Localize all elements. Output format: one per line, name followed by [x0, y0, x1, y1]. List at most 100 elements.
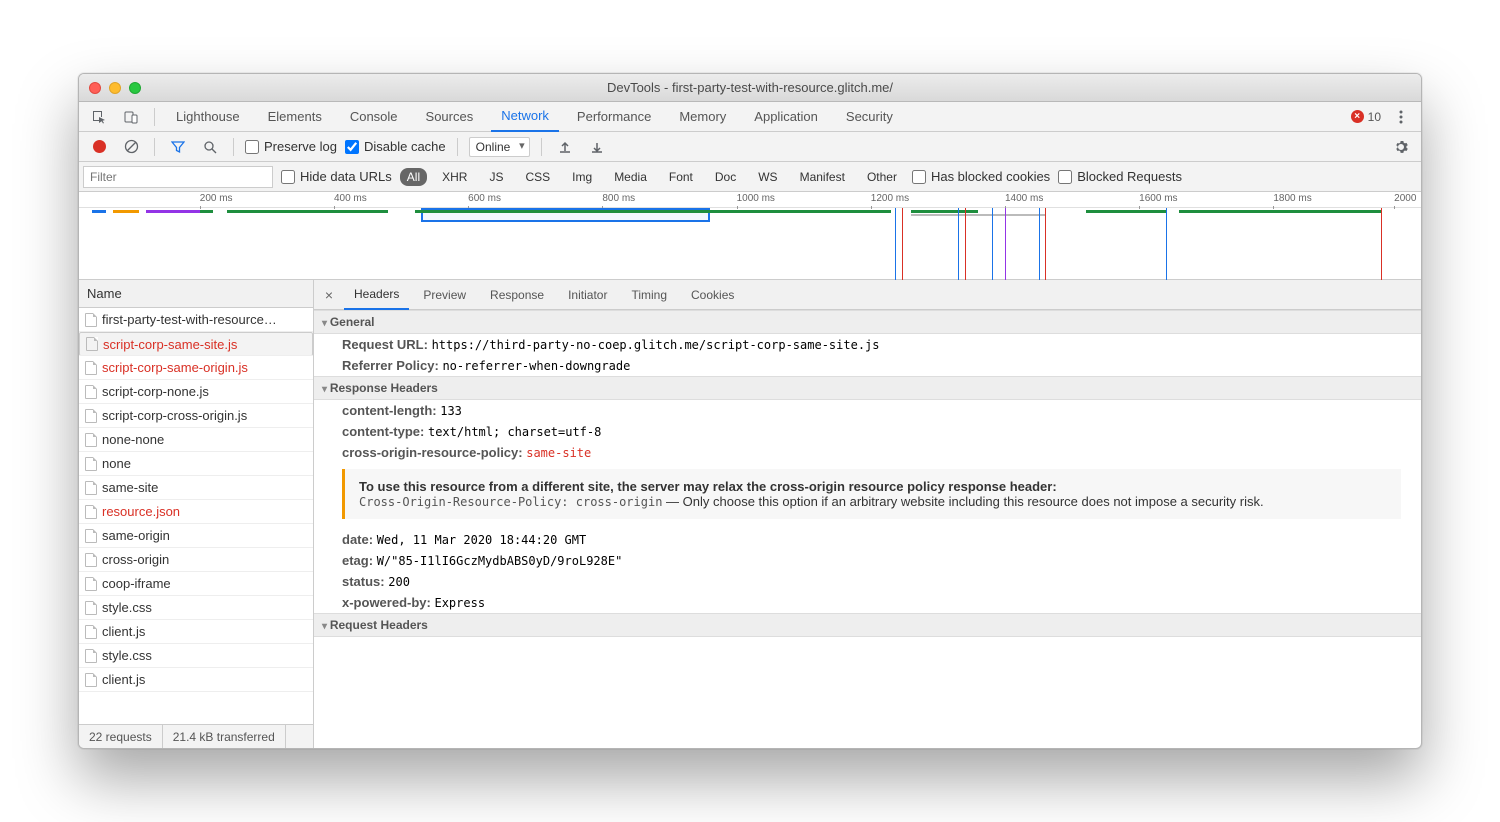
corp-explainer: To use this resource from a different si… [342, 469, 1401, 519]
type-manifest[interactable]: Manifest [793, 168, 852, 186]
section-response-headers[interactable]: Response Headers [314, 376, 1421, 400]
detail-tab-cookies[interactable]: Cookies [681, 280, 744, 310]
tab-console[interactable]: Console [340, 102, 408, 132]
row-etag: etag: W/"85-I1lI6GczMydbABS0yD/9roL928E" [314, 550, 1421, 571]
file-icon [85, 505, 97, 519]
tab-application[interactable]: Application [744, 102, 828, 132]
request-row[interactable]: resource.json [79, 500, 313, 524]
requests-count: 22 requests [79, 725, 163, 748]
close-detail-button[interactable]: × [318, 287, 340, 303]
device-toolbar-icon[interactable] [119, 105, 143, 129]
detail-body: General Request URL: https://third-party… [314, 310, 1421, 748]
status-bar: 22 requests 21.4 kB transferred [79, 724, 313, 748]
detail-tab-initiator[interactable]: Initiator [558, 280, 617, 310]
request-row[interactable]: client.js [79, 668, 313, 692]
type-img[interactable]: Img [565, 168, 599, 186]
request-row[interactable]: style.css [79, 596, 313, 620]
row-status: status: 200 [314, 571, 1421, 592]
disable-cache-checkbox[interactable]: Disable cache [345, 139, 446, 154]
record-button[interactable] [87, 135, 111, 159]
type-other[interactable]: Other [860, 168, 904, 186]
request-row[interactable]: script-corp-same-origin.js [79, 356, 313, 380]
section-request-headers[interactable]: Request Headers [314, 613, 1421, 637]
divider [457, 138, 458, 156]
detail-tab-headers[interactable]: Headers [344, 280, 409, 310]
request-row[interactable]: script-corp-none.js [79, 380, 313, 404]
type-all[interactable]: All [400, 168, 427, 186]
request-name: style.css [102, 648, 152, 663]
tab-memory[interactable]: Memory [669, 102, 736, 132]
tab-security[interactable]: Security [836, 102, 903, 132]
tab-elements[interactable]: Elements [258, 102, 332, 132]
tab-lighthouse[interactable]: Lighthouse [166, 102, 250, 132]
timeline-overview[interactable]: 200 ms 400 ms 600 ms 800 ms 1000 ms 1200… [79, 192, 1421, 280]
file-icon [85, 553, 97, 567]
type-font[interactable]: Font [662, 168, 700, 186]
request-row[interactable]: same-origin [79, 524, 313, 548]
detail-tab-timing[interactable]: Timing [621, 280, 677, 310]
divider [154, 108, 155, 126]
tab-performance[interactable]: Performance [567, 102, 661, 132]
request-name: resource.json [102, 504, 180, 519]
settings-icon[interactable] [1389, 135, 1413, 159]
file-icon [85, 529, 97, 543]
file-icon [85, 409, 97, 423]
row-request-url: Request URL: https://third-party-no-coep… [314, 334, 1421, 355]
request-name: coop-iframe [102, 576, 171, 591]
throttling-select[interactable]: Online [469, 137, 530, 157]
type-media[interactable]: Media [607, 168, 654, 186]
file-icon [85, 673, 97, 687]
filter-bar: Hide data URLs All XHR JS CSS Img Media … [79, 162, 1421, 192]
filter-icon[interactable] [166, 135, 190, 159]
inspect-icon[interactable] [87, 105, 111, 129]
file-icon [85, 361, 97, 375]
request-row[interactable]: first-party-test-with-resource… [79, 308, 313, 332]
request-row[interactable]: same-site [79, 476, 313, 500]
request-row[interactable]: script-corp-cross-origin.js [79, 404, 313, 428]
search-icon[interactable] [198, 135, 222, 159]
request-name: first-party-test-with-resource… [102, 312, 277, 327]
error-count[interactable]: × 10 [1351, 110, 1381, 124]
error-icon: × [1351, 110, 1364, 123]
hide-data-urls-checkbox[interactable]: Hide data URLs [281, 169, 392, 184]
row-corp: cross-origin-resource-policy: same-site [314, 442, 1421, 463]
download-har-icon[interactable] [585, 135, 609, 159]
file-icon [85, 601, 97, 615]
request-row[interactable]: none [79, 452, 313, 476]
section-general[interactable]: General [314, 310, 1421, 334]
preserve-log-checkbox[interactable]: Preserve log [245, 139, 337, 154]
clear-icon[interactable] [119, 135, 143, 159]
detail-tab-preview[interactable]: Preview [413, 280, 476, 310]
request-row[interactable]: none-none [79, 428, 313, 452]
tab-sources[interactable]: Sources [416, 102, 484, 132]
request-row[interactable]: client.js [79, 620, 313, 644]
request-row[interactable]: cross-origin [79, 548, 313, 572]
more-icon[interactable] [1389, 105, 1413, 129]
type-ws[interactable]: WS [751, 168, 784, 186]
type-xhr[interactable]: XHR [435, 168, 474, 186]
request-list-header[interactable]: Name [79, 280, 313, 308]
network-toolbar: Preserve log Disable cache Online [79, 132, 1421, 162]
request-row[interactable]: script-corp-same-site.js [79, 332, 313, 356]
request-row[interactable]: coop-iframe [79, 572, 313, 596]
tab-network[interactable]: Network [491, 102, 559, 132]
type-js[interactable]: JS [482, 168, 510, 186]
file-icon [85, 649, 97, 663]
type-doc[interactable]: Doc [708, 168, 743, 186]
request-name: script-corp-same-site.js [103, 337, 237, 352]
request-list: Name first-party-test-with-resource… scri… [79, 280, 314, 748]
request-row[interactable]: style.css [79, 644, 313, 668]
timeline-ruler: 200 ms 400 ms 600 ms 800 ms 1000 ms 1200… [79, 192, 1421, 208]
type-css[interactable]: CSS [518, 168, 557, 186]
request-name: style.css [102, 600, 152, 615]
blocked-requests-checkbox[interactable]: Blocked Requests [1058, 169, 1182, 184]
error-count-value: 10 [1368, 110, 1381, 124]
transferred-size: 21.4 kB transferred [163, 725, 286, 748]
divider [154, 138, 155, 156]
upload-har-icon[interactable] [553, 135, 577, 159]
has-blocked-cookies-checkbox[interactable]: Has blocked cookies [912, 169, 1050, 184]
detail-tab-response[interactable]: Response [480, 280, 554, 310]
row-referrer-policy: Referrer Policy: no-referrer-when-downgr… [314, 355, 1421, 376]
panel-tabs: Lighthouse Elements Console Sources Netw… [79, 102, 1421, 132]
filter-input[interactable] [83, 166, 273, 188]
